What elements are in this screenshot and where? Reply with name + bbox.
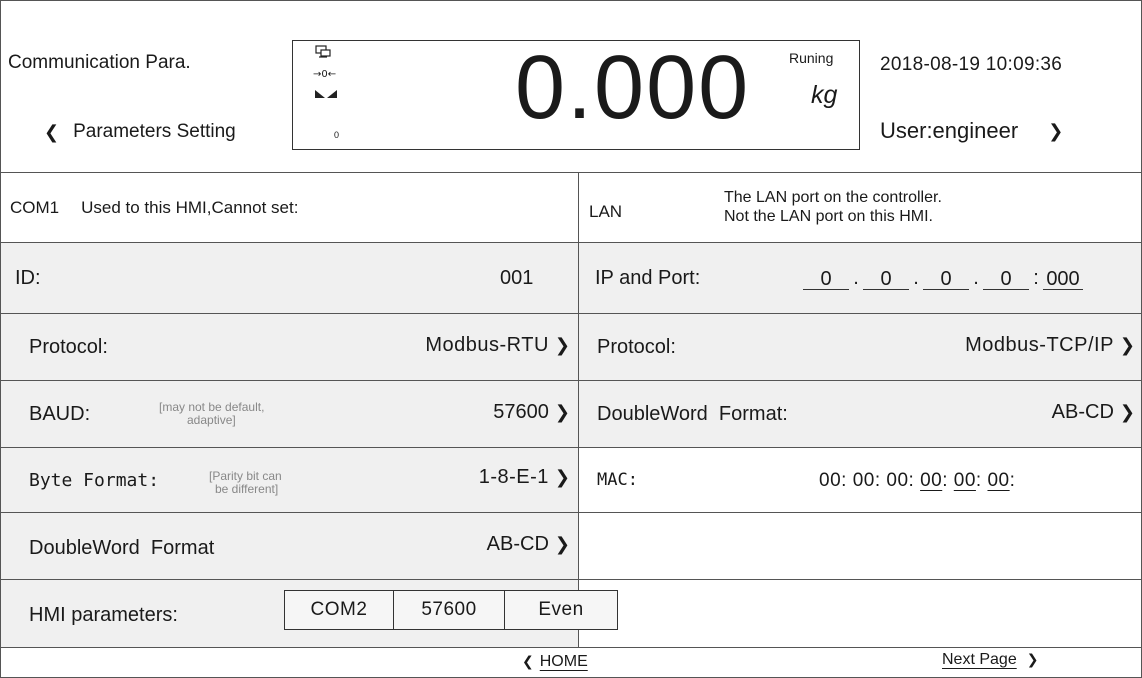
baud-value: 57600: [493, 401, 549, 423]
chevron-right-icon: ❯: [1048, 120, 1064, 142]
hmi-port: COM2: [285, 591, 394, 629]
com1-description: Used to this HMI,Cannot set:: [81, 198, 299, 217]
chevron-right-icon: ❯: [1119, 402, 1135, 423]
mac-sep-4: :: [942, 470, 948, 491]
header-divider: [0, 172, 1142, 173]
lan-title: LAN: [589, 202, 623, 221]
com1-baud-row[interactable]: BAUD: [may not be default, adaptive] 576…: [1, 381, 578, 447]
byte-format-label: Byte Format:: [29, 470, 160, 491]
lan-description-line-1: The LAN port on the controller.: [724, 189, 942, 206]
com1-title: COM1: [10, 198, 60, 217]
hmi-parity: Even: [538, 599, 584, 620]
hmi-parameters-row: HMI parameters: COM2 57600 Even: [1, 580, 618, 647]
com1-protocol-value: Modbus-RTU: [425, 334, 549, 356]
mac-byte-4: 00: [920, 470, 943, 491]
com1-doubleword-row[interactable]: DoubleWord Format AB-CD ❯: [1, 513, 578, 579]
baud-label: BAUD:: [29, 403, 91, 425]
ip-port-input[interactable]: 0 . 0 . 0 . 0 : 000: [803, 267, 1083, 290]
back-label: Parameters Setting: [73, 121, 236, 142]
ip-octet-1[interactable]: 0: [803, 269, 849, 290]
ip-dot-1: .: [853, 267, 859, 289]
mac-byte-5: 00: [953, 470, 976, 491]
lan-doubleword-label: DoubleWord Format:: [597, 403, 788, 425]
back-button[interactable]: ❮ Parameters Setting: [44, 121, 236, 143]
com1-protocol-row[interactable]: Protocol: Modbus-RTU ❯: [1, 314, 578, 380]
mac-byte-6: 00: [987, 470, 1010, 491]
id-value[interactable]: 001: [500, 267, 533, 290]
port-value[interactable]: 000: [1043, 269, 1083, 290]
home-button[interactable]: ❮ HOME: [522, 653, 588, 671]
weight-display: →0← 0 0.000 Runing kg: [292, 38, 860, 150]
user-label: User:engineer: [880, 118, 1019, 143]
mac-plain: 00: 00: 00:: [819, 470, 921, 491]
next-page-label: Next Page: [942, 651, 1017, 668]
zero-icon: →0←: [313, 69, 337, 80]
lan-protocol-row[interactable]: Protocol: Modbus-TCP/IP ❯: [579, 314, 1141, 380]
lan-doubleword-select[interactable]: AB-CD ❯: [1052, 401, 1135, 424]
lan-protocol-label: Protocol:: [597, 336, 676, 358]
lan-description: The LAN port on the controller. Not the …: [724, 188, 942, 226]
com1-doubleword-value: AB-CD: [486, 533, 549, 555]
ip-colon: :: [1033, 267, 1039, 289]
mac-sep-6: :: [1009, 470, 1016, 491]
byte-format-select[interactable]: 1-8-E-1 ❯: [479, 466, 570, 489]
baud-select[interactable]: 57600 ❯: [493, 401, 570, 424]
ip-octet-4[interactable]: 0: [983, 269, 1029, 290]
weight-unit: kg: [811, 81, 838, 109]
hmi-parameters-label: HMI parameters:: [29, 604, 178, 626]
id-label: ID:: [15, 267, 41, 289]
chevron-right-icon: ❯: [554, 534, 570, 555]
chevron-right-icon: ❯: [554, 467, 570, 488]
byte-note-line-2: be different]: [215, 482, 279, 496]
datetime: 2018-08-19 10:09:36: [880, 54, 1063, 75]
mac-value: 00: 00: 00: 00: 00: 00:: [819, 470, 1015, 492]
status-text: Runing: [789, 50, 834, 66]
lan-protocol-value: Modbus-TCP/IP: [965, 334, 1114, 356]
com1-header: COM1 Used to this HMI,Cannot set:: [10, 198, 298, 218]
com1-doubleword-select[interactable]: AB-CD ❯: [487, 533, 570, 556]
chevron-right-icon: ❯: [1026, 652, 1039, 668]
chevron-right-icon: ❯: [554, 335, 570, 356]
com1-doubleword-label: DoubleWord Format: [29, 537, 215, 559]
next-page-button[interactable]: Next Page ❯: [942, 651, 1038, 669]
lan-mac-row: MAC: 00: 00: 00: 00: 00: 00:: [579, 448, 1141, 512]
com1-id-row[interactable]: ID: 001: [1, 243, 578, 313]
lan-description-line-2: Not the LAN port on this HMI.: [724, 208, 933, 225]
lan-doubleword-value: AB-CD: [1051, 401, 1114, 423]
hmi-baud: 57600: [394, 591, 505, 629]
mac-label: MAC:: [597, 470, 638, 490]
com1-byte-format-row[interactable]: Byte Format: [Parity bit can be differen…: [1, 448, 578, 512]
byte-format-note: [Parity bit can be different]: [209, 470, 282, 496]
com1-protocol-label: Protocol:: [29, 336, 108, 358]
chevron-right-icon: ❯: [554, 402, 570, 423]
footer-divider: [0, 647, 1142, 648]
ip-octet-3[interactable]: 0: [923, 269, 969, 290]
baud-note-line-2: adaptive]: [187, 413, 236, 427]
count-indicator: 0: [334, 130, 340, 140]
ip-dot-2: .: [913, 267, 919, 289]
weight-value: 0.000: [515, 38, 751, 138]
mac-sep-5: :: [975, 470, 982, 491]
chevron-left-icon: ❮: [522, 654, 534, 670]
lan-doubleword-row[interactable]: DoubleWord Format: AB-CD ❯: [579, 381, 1141, 447]
home-label: HOME: [539, 653, 588, 670]
hmi-parameters-box: COM2 57600 Even: [284, 590, 618, 630]
lan-protocol-select[interactable]: Modbus-TCP/IP ❯: [965, 334, 1135, 357]
com1-protocol-select[interactable]: Modbus-RTU ❯: [425, 334, 570, 357]
baud-note: [may not be default, adaptive]: [159, 401, 264, 427]
stable-icon: [315, 90, 337, 98]
chevron-right-icon: ❯: [1119, 335, 1135, 356]
user-menu[interactable]: User:engineer ❯: [880, 118, 1063, 144]
chevron-left-icon: ❮: [44, 121, 60, 143]
lan-ip-row: IP and Port: 0 . 0 . 0 . 0 : 000: [579, 243, 1141, 313]
ip-octet-2[interactable]: 0: [863, 269, 909, 290]
monitor-icon: [315, 45, 331, 58]
screen-title: Communication Para.: [8, 52, 191, 73]
byte-format-value: 1-8-E-1: [478, 466, 549, 488]
ip-dot-3: .: [973, 267, 979, 289]
ip-label: IP and Port:: [595, 267, 701, 289]
